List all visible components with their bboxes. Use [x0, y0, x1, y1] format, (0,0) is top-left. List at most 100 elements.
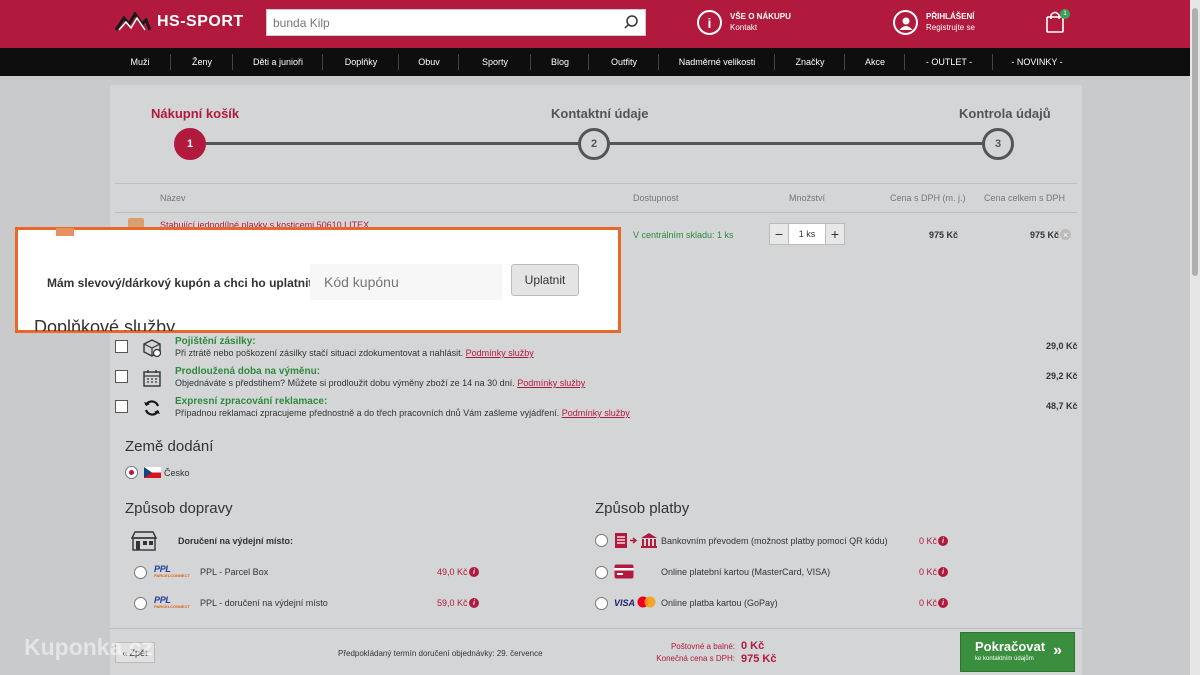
nav-item-new[interactable]: - NOVINKY -: [994, 48, 1080, 76]
apply-coupon-button[interactable]: Uplatnit: [511, 264, 579, 296]
service-title: Prodloužená doba na výměnu:: [175, 366, 321, 377]
user-icon: [893, 10, 918, 35]
czech-flag-icon: [144, 467, 161, 478]
order-summary-labels: Poštovné a balné: Konečná cena s DPH:: [600, 641, 735, 665]
search-input[interactable]: [267, 10, 607, 35]
quantity-value[interactable]: 1 ks: [789, 223, 825, 245]
mastercard-logo-icon: [637, 596, 656, 608]
nav-item-outfits[interactable]: Outfity: [590, 48, 658, 76]
payment-radio-gopay[interactable]: [595, 597, 608, 610]
remove-item-icon[interactable]: ×: [1060, 229, 1071, 240]
nav-item-kids[interactable]: Děti a junioři: [234, 48, 322, 76]
pickup-store-icon: [131, 531, 157, 551]
info-icon[interactable]: i: [938, 567, 948, 577]
column-total-price: Cena celkem s DPH: [984, 193, 1066, 203]
payment-radio-card[interactable]: [595, 566, 608, 579]
coupon-code-input[interactable]: [310, 264, 502, 300]
info-icon[interactable]: i: [938, 598, 948, 608]
service-terms-link[interactable]: Podmínky služby: [466, 348, 534, 358]
column-name: Název: [160, 193, 186, 203]
shopping-info-title: VŠE O NÁKUPU: [730, 12, 791, 21]
nav-item-women[interactable]: Ženy: [172, 48, 232, 76]
nav-item-shoes[interactable]: Obuv: [400, 48, 458, 76]
logo[interactable]: HS-SPORT: [115, 12, 244, 32]
shopping-info-link[interactable]: i VŠE O NÁKUPU Kontakt: [697, 10, 791, 35]
step-label-review: Kontrola údajů: [959, 106, 1051, 121]
scrollbar-thumb[interactable]: [1192, 8, 1198, 276]
payment-option-label: Bankovním převodem (možnost platby pomoc…: [661, 536, 888, 546]
info-icon[interactable]: i: [469, 567, 479, 577]
credit-card-icon: [614, 564, 634, 579]
total-label: Konečná cena s DPH:: [656, 654, 735, 663]
service-checkbox[interactable]: [115, 340, 128, 353]
service-terms-link[interactable]: Podmínky služby: [562, 408, 630, 418]
service-description: Případnou reklamaci zpracujeme přednostn…: [175, 408, 630, 418]
chevrons-right-icon: »: [1053, 642, 1062, 659]
main-navigation: Muži Ženy Děti a junioři Doplňky Obuv Sp…: [0, 48, 1200, 76]
quantity-decrease-button[interactable]: −: [769, 223, 789, 245]
continue-button[interactable]: Pokračovat ke kontaktním údajům »: [960, 632, 1075, 672]
service-checkbox[interactable]: [115, 400, 128, 413]
payment-option-price: 0 Kč: [919, 567, 938, 577]
column-quantity: Množství: [789, 193, 826, 203]
service-description: Objednáváte s předstihem? Můžete si prod…: [175, 378, 586, 388]
search-box: [266, 9, 646, 36]
service-description: Při ztrátě nebo poškození zásilky stačí …: [175, 348, 534, 358]
delivery-estimate: Předpokládaný termín doručení objednávky…: [338, 649, 543, 658]
step-1[interactable]: 1: [174, 128, 206, 160]
info-icon[interactable]: i: [469, 598, 479, 608]
service-title: Pojištění zásilky:: [175, 336, 256, 347]
nav-item-sports[interactable]: Sporty: [460, 48, 530, 76]
checkout-footer: [110, 628, 1082, 675]
nav-item-accessories[interactable]: Doplňky: [324, 48, 398, 76]
scrollbar[interactable]: [1190, 0, 1200, 675]
nav-item-blog[interactable]: Blog: [532, 48, 588, 76]
total-price: 975 Kč: [1030, 230, 1060, 240]
service-price: 29,0 Kč: [1046, 341, 1078, 351]
visa-logo: VISA: [614, 598, 636, 608]
step-2[interactable]: 2: [578, 128, 610, 160]
nav-item-sale[interactable]: Akce: [846, 48, 904, 76]
nav-item-brands[interactable]: Značky: [776, 48, 844, 76]
cart-button[interactable]: 1: [1045, 9, 1070, 36]
search-icon[interactable]: [623, 14, 639, 30]
payment-title: Způsob platby: [595, 500, 690, 517]
payment-option-price: 0 Kč: [919, 598, 938, 608]
nav-item-outlet[interactable]: - OUTLET -: [906, 48, 992, 76]
bank-transfer-icon: [615, 533, 657, 548]
info-icon: i: [697, 10, 722, 35]
total-value: 975 Kč: [741, 653, 777, 665]
step-3[interactable]: 3: [982, 128, 1014, 160]
nav-item-plus-sizes[interactable]: Nadměrné velikosti: [660, 48, 774, 76]
quantity-stepper: − 1 ks +: [769, 223, 845, 245]
service-price: 29,2 Kč: [1046, 371, 1078, 381]
info-icon[interactable]: i: [938, 536, 948, 546]
contact-link: Kontakt: [730, 23, 758, 32]
shipping-option-label: PPL - Parcel Box: [200, 567, 269, 577]
package-insurance-icon: [143, 339, 162, 358]
shipping-option-price: 49,0 Kč: [437, 567, 468, 577]
top-header: HS-SPORT i VŠE O NÁKUPU Kontakt PŘIHLÁŠE…: [0, 0, 1200, 48]
login-link[interactable]: PŘIHLÁŠENÍ Registrujte se: [893, 10, 975, 35]
service-price: 48,7 Kč: [1046, 401, 1078, 411]
shipping-radio-parcel-box[interactable]: [134, 566, 147, 579]
coupon-label: Mám slevový/dárkový kupón a chci ho upla…: [47, 276, 317, 290]
shipping-radio-pickup-point[interactable]: [134, 597, 147, 610]
quantity-increase-button[interactable]: +: [825, 223, 845, 245]
shipping-group-label: Doručení na výdejní místo:: [178, 536, 294, 546]
payment-option-price: 0 Kč: [919, 536, 938, 546]
calendar-icon: [143, 370, 161, 387]
payment-option-label: Online platba kartou (GoPay): [661, 598, 778, 608]
step-label-cart: Nákupní košík: [151, 106, 240, 121]
product-thumbnail-fragment: [56, 228, 74, 236]
country-radio[interactable]: [125, 466, 138, 479]
country-title: Země dodání: [125, 438, 214, 455]
shipping-option-label: PPL - doručení na výdejní místo: [200, 598, 328, 608]
service-checkbox[interactable]: [115, 370, 128, 383]
payment-radio-bank-transfer[interactable]: [595, 534, 608, 547]
service-title: Expresní zpracování reklamace:: [175, 396, 328, 407]
shipping-option-price: 59,0 Kč: [437, 598, 468, 608]
country-label: Česko: [164, 468, 190, 478]
service-terms-link[interactable]: Podmínky služby: [517, 378, 585, 388]
nav-item-men[interactable]: Muži: [110, 48, 170, 76]
